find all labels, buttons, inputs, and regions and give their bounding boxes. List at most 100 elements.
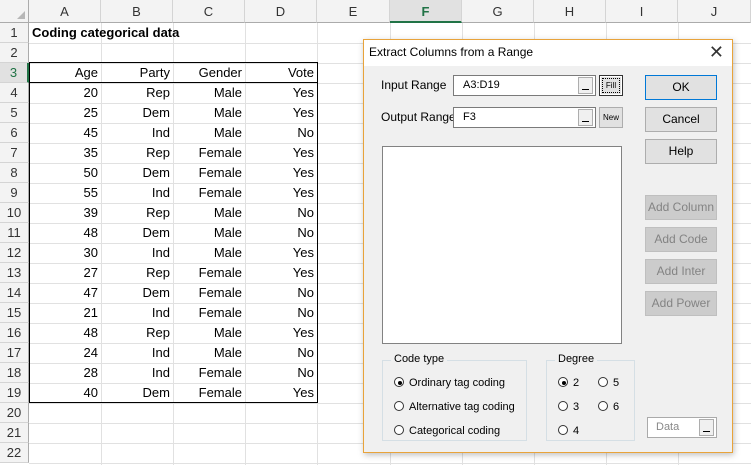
- radio-degree-2[interactable]: 2: [558, 376, 579, 390]
- radio-categorical-coding[interactable]: Categorical coding: [394, 424, 500, 438]
- table-cell[interactable]: Ind: [101, 343, 173, 363]
- table-cell[interactable]: Ind: [101, 123, 173, 143]
- table-cell[interactable]: Yes: [245, 263, 317, 283]
- table-cell[interactable]: Female: [173, 383, 245, 403]
- row-header-20[interactable]: 20: [0, 403, 29, 423]
- column-list[interactable]: [382, 146, 622, 344]
- table-cell[interactable]: 40: [29, 383, 101, 403]
- table-cell[interactable]: No: [245, 123, 317, 143]
- table-cell[interactable]: Dem: [101, 163, 173, 183]
- row-header-21[interactable]: 21: [0, 423, 29, 443]
- table-cell[interactable]: Yes: [245, 83, 317, 103]
- column-header-f[interactable]: F: [390, 0, 462, 23]
- table-cell[interactable]: Rep: [101, 323, 173, 343]
- table-cell[interactable]: No: [245, 303, 317, 323]
- radio-degree-5[interactable]: 5: [598, 376, 619, 390]
- table-cell[interactable]: 20: [29, 83, 101, 103]
- sheet-title[interactable]: Coding categorical data: [29, 23, 249, 43]
- table-header-cell[interactable]: Vote: [245, 63, 317, 83]
- table-cell[interactable]: Dem: [101, 103, 173, 123]
- column-header-e[interactable]: E: [317, 0, 390, 23]
- table-cell[interactable]: Dem: [101, 223, 173, 243]
- table-cell[interactable]: Rep: [101, 83, 173, 103]
- table-cell[interactable]: 55: [29, 183, 101, 203]
- table-cell[interactable]: No: [245, 363, 317, 383]
- table-cell[interactable]: Male: [173, 83, 245, 103]
- table-cell[interactable]: Female: [173, 143, 245, 163]
- table-cell[interactable]: Female: [173, 263, 245, 283]
- table-cell[interactable]: Yes: [245, 163, 317, 183]
- select-all-corner[interactable]: [0, 0, 29, 23]
- column-header-j[interactable]: J: [678, 0, 751, 23]
- column-header-i[interactable]: I: [606, 0, 678, 23]
- table-cell[interactable]: Male: [173, 123, 245, 143]
- row-header-10[interactable]: 10: [0, 203, 29, 223]
- table-cell[interactable]: Female: [173, 283, 245, 303]
- row-header-1[interactable]: 1: [0, 23, 29, 43]
- row-header-9[interactable]: 9: [0, 183, 29, 203]
- table-cell[interactable]: Yes: [245, 183, 317, 203]
- row-header-2[interactable]: 2: [0, 43, 29, 63]
- row-header-5[interactable]: 5: [0, 103, 29, 123]
- row-header-6[interactable]: 6: [0, 123, 29, 143]
- row-header-13[interactable]: 13: [0, 263, 29, 283]
- row-header-7[interactable]: 7: [0, 143, 29, 163]
- table-cell[interactable]: Ind: [101, 183, 173, 203]
- add-power-button[interactable]: Add Power: [645, 291, 717, 316]
- table-cell[interactable]: 30: [29, 243, 101, 263]
- table-header-cell[interactable]: Gender: [173, 63, 245, 83]
- table-cell[interactable]: Male: [173, 203, 245, 223]
- column-header-g[interactable]: G: [462, 0, 534, 23]
- table-cell[interactable]: Rep: [101, 263, 173, 283]
- column-header-h[interactable]: H: [534, 0, 606, 23]
- table-header-cell[interactable]: Party: [101, 63, 173, 83]
- table-cell[interactable]: Dem: [101, 383, 173, 403]
- table-cell[interactable]: 27: [29, 263, 101, 283]
- radio-degree-3[interactable]: 3: [558, 400, 579, 414]
- radio-alternative-tag-coding[interactable]: Alternative tag coding: [394, 400, 515, 414]
- add-inter-button[interactable]: Add Inter: [645, 259, 717, 284]
- cancel-button[interactable]: Cancel: [645, 107, 717, 132]
- ok-button[interactable]: OK: [645, 75, 717, 100]
- row-header-15[interactable]: 15: [0, 303, 29, 323]
- row-header-17[interactable]: 17: [0, 343, 29, 363]
- table-cell[interactable]: No: [245, 283, 317, 303]
- column-header-c[interactable]: C: [173, 0, 245, 23]
- table-cell[interactable]: Ind: [101, 303, 173, 323]
- row-header-4[interactable]: 4: [0, 83, 29, 103]
- table-cell[interactable]: Female: [173, 363, 245, 383]
- row-header-18[interactable]: 18: [0, 363, 29, 383]
- table-cell[interactable]: Ind: [101, 363, 173, 383]
- row-header-22[interactable]: 22: [0, 443, 29, 463]
- table-cell[interactable]: 25: [29, 103, 101, 123]
- table-cell[interactable]: Yes: [245, 143, 317, 163]
- table-cell[interactable]: 48: [29, 223, 101, 243]
- table-cell[interactable]: 48: [29, 323, 101, 343]
- row-header-16[interactable]: 16: [0, 323, 29, 343]
- row-header-12[interactable]: 12: [0, 243, 29, 263]
- radio-ordinary-tag-coding[interactable]: Ordinary tag coding: [394, 376, 505, 390]
- table-cell[interactable]: Yes: [245, 323, 317, 343]
- table-cell[interactable]: Male: [173, 243, 245, 263]
- radio-degree-4[interactable]: 4: [558, 424, 579, 438]
- table-cell[interactable]: Dem: [101, 283, 173, 303]
- table-cell[interactable]: Yes: [245, 243, 317, 263]
- fill-button[interactable]: Fill: [599, 75, 623, 96]
- table-cell[interactable]: 45: [29, 123, 101, 143]
- column-header-b[interactable]: B: [101, 0, 173, 23]
- row-header-19[interactable]: 19: [0, 383, 29, 403]
- table-cell[interactable]: 21: [29, 303, 101, 323]
- table-cell[interactable]: Male: [173, 343, 245, 363]
- table-cell[interactable]: Yes: [245, 383, 317, 403]
- column-header-a[interactable]: A: [29, 0, 101, 23]
- close-icon[interactable]: ✕: [709, 42, 724, 62]
- new-button[interactable]: New: [599, 107, 623, 128]
- output-range-field[interactable]: F3: [453, 107, 596, 128]
- radio-degree-6[interactable]: 6: [598, 400, 619, 414]
- input-range-collapse-icon[interactable]: [578, 77, 593, 94]
- column-header-d[interactable]: D: [245, 0, 317, 23]
- table-cell[interactable]: Rep: [101, 143, 173, 163]
- table-cell[interactable]: 39: [29, 203, 101, 223]
- table-cell[interactable]: 35: [29, 143, 101, 163]
- table-cell[interactable]: 28: [29, 363, 101, 383]
